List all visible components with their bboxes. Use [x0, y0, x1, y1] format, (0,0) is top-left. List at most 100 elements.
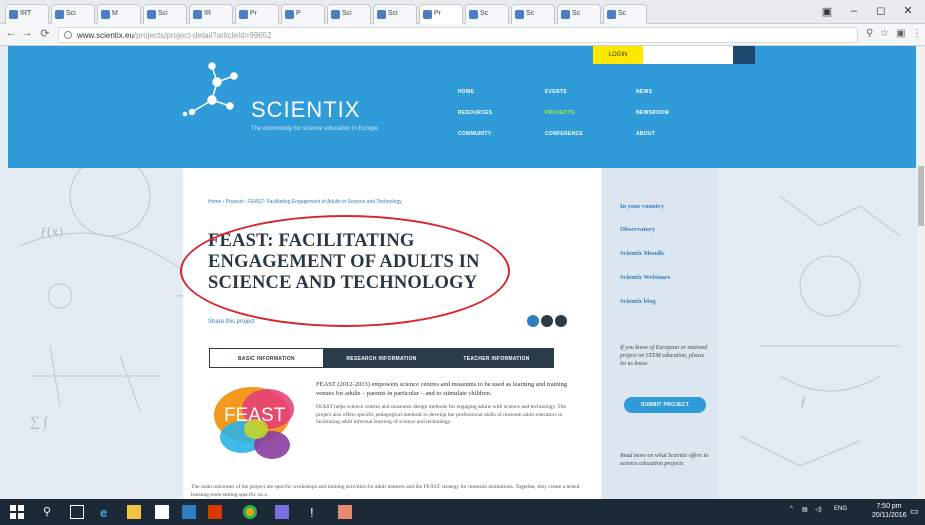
nav-menu-item[interactable]: ABOUT	[636, 131, 655, 137]
browser-tab[interactable]: Sci	[373, 4, 417, 24]
sidebar-link-webinars[interactable]: Scientix Webinars	[620, 274, 670, 281]
edge-browser-icon[interactable]: e	[100, 505, 114, 520]
browser-tab[interactable]: Sci	[327, 4, 371, 24]
nav-menu-item[interactable]: NEWSROOM	[636, 110, 669, 116]
tab-favicon-icon	[55, 10, 64, 19]
submit-project-button[interactable]: SUBMIT PROJECT	[624, 397, 706, 413]
tray-up-arrow-icon[interactable]: ^	[790, 506, 793, 512]
sidebar-link-moodle[interactable]: Scientix Moodle	[620, 250, 665, 257]
browser-tab[interactable]: Pr	[235, 4, 279, 24]
sidebar-link-blog[interactable]: Scientix blog	[620, 298, 656, 305]
tab-favicon-icon	[147, 10, 156, 19]
network-icon[interactable]: ▤	[802, 506, 808, 513]
maximize-button[interactable]: ◻	[872, 3, 890, 19]
browser-tab[interactable]: Sc	[557, 4, 601, 24]
powerpoint-icon[interactable]	[208, 505, 222, 519]
site-tagline: The community for science education in E…	[251, 126, 378, 132]
tab-label: IRT	[20, 10, 32, 17]
tab-label: Sci	[158, 10, 168, 17]
scrollbar-thumb[interactable]	[918, 166, 924, 226]
task-view-icon[interactable]	[70, 505, 84, 519]
nav-menu-item[interactable]: EVENTS	[545, 89, 567, 95]
share-link[interactable]: Share this project	[208, 319, 255, 325]
file-explorer-icon[interactable]	[127, 505, 141, 519]
url-input[interactable]: www.scientix.eu/projects/project-detail?…	[58, 27, 858, 43]
address-bar: ← → ⟳ www.scientix.eu/projects/project-d…	[0, 24, 925, 46]
clock[interactable]: 7:50 pm 20/11/2016	[872, 502, 907, 520]
extension-icon[interactable]: ▣	[896, 28, 905, 39]
browser-tab[interactable]: IRT	[5, 4, 49, 24]
browser-tab[interactable]: P	[281, 4, 325, 24]
nav-menu-item[interactable]: NEWS	[636, 89, 652, 95]
tab-teacher-information[interactable]: TEACHER INFORMATION	[439, 348, 554, 368]
page-viewport: ƒ(x) ∑ ∫ ƒ SCIENTIX The community for sc…	[0, 46, 925, 499]
sidebar-project-note: If you know of European or national proj…	[620, 345, 708, 367]
menu-icon[interactable]: ⋮	[912, 28, 922, 39]
browser-tab[interactable]: Sci	[51, 4, 95, 24]
site-search-input[interactable]	[643, 46, 733, 64]
search-button[interactable]	[733, 46, 755, 64]
back-icon[interactable]: ←	[4, 27, 18, 39]
sidebar-link-observatory[interactable]: Observatory	[620, 226, 655, 233]
breadcrumb[interactable]: Home › Projects › FEAST: Facilitating En…	[208, 199, 402, 205]
svg-text:ƒ: ƒ	[800, 395, 807, 410]
tab-label: Sc	[572, 10, 581, 17]
tab-basic-information[interactable]: BASIC INFORMATION	[209, 348, 324, 368]
tab-label: M	[112, 10, 118, 17]
browser-tab[interactable]: Sc	[511, 4, 555, 24]
sidebar-read-more-note: Read more on what Scientix offers to sci…	[620, 453, 709, 467]
red-annotation-ellipse	[180, 215, 510, 327]
profile-icon[interactable]: ▣	[818, 4, 836, 20]
url-domain: www.scientix.eu	[77, 31, 134, 40]
app-icon[interactable]	[275, 505, 289, 519]
nav-menu-item[interactable]: HOME	[458, 89, 474, 95]
tab-favicon-icon	[285, 10, 294, 19]
project-intro: FEAST (2012-2013) empowers science centr…	[316, 380, 576, 433]
tab-research-information[interactable]: RESEARCH INFORMATION	[324, 348, 439, 368]
reload-icon[interactable]: ⟳	[38, 27, 52, 40]
chrome-icon[interactable]	[243, 505, 257, 519]
bookmark-star-icon[interactable]: ☆	[880, 28, 889, 39]
svg-text:ƒ(x): ƒ(x)	[40, 225, 64, 240]
page-scrollbar[interactable]	[917, 46, 925, 499]
tab-label: Sci	[66, 10, 76, 17]
close-window-button[interactable]: ✕	[899, 3, 917, 19]
browser-tab[interactable]: Sc	[603, 4, 647, 24]
info-tabs: BASIC INFORMATION RESEARCH INFORMATION T…	[209, 348, 554, 368]
scientix-molecule-logo[interactable]	[182, 54, 252, 124]
browser-tab[interactable]: IR	[189, 4, 233, 24]
feast-logo-text: FEAST	[224, 405, 286, 426]
nav-menu-item[interactable]: PROJECTS	[545, 110, 574, 116]
forward-icon[interactable]: →	[20, 27, 34, 39]
nav-menu-item[interactable]: CONFERENCE	[545, 131, 583, 137]
store-icon[interactable]	[155, 505, 169, 519]
search-icon[interactable]: ⚲	[43, 505, 57, 519]
login-button[interactable]: LOGIN	[593, 46, 643, 64]
facebook-icon[interactable]	[541, 315, 553, 327]
email-icon[interactable]	[555, 315, 567, 327]
notifications-icon[interactable]: ▭	[910, 506, 919, 517]
word-icon[interactable]	[182, 505, 196, 519]
browser-tab[interactable]: M	[97, 4, 141, 24]
tab-favicon-icon	[239, 10, 248, 19]
sidebar-link-country[interactable]: In your country	[620, 203, 664, 210]
tab-favicon-icon	[469, 10, 478, 19]
tab-favicon-icon	[377, 10, 386, 19]
browser-tab[interactable]: Pr	[419, 4, 463, 24]
browser-tab[interactable]: Sci	[143, 4, 187, 24]
paint-icon[interactable]: !	[310, 505, 324, 520]
minimize-button[interactable]: –	[845, 3, 863, 19]
tab-favicon-icon	[561, 10, 570, 19]
twitter-icon[interactable]	[527, 315, 539, 327]
intro-body: FEAST helps science centres and museums …	[316, 404, 566, 425]
language-indicator[interactable]: ENG	[834, 506, 847, 512]
photos-icon[interactable]	[338, 505, 352, 519]
zoom-icon[interactable]: ⚲	[866, 28, 873, 39]
volume-icon[interactable]: ◁)	[815, 506, 822, 513]
page-info-icon[interactable]	[64, 31, 72, 39]
browser-tab[interactable]: Sc	[465, 4, 509, 24]
nav-menu-item[interactable]: RESOURCES	[458, 110, 492, 116]
windows-start-icon[interactable]	[10, 505, 24, 519]
nav-menu-item[interactable]: COMMUNITY	[458, 131, 492, 137]
site-brand-name[interactable]: SCIENTIX	[251, 97, 360, 123]
